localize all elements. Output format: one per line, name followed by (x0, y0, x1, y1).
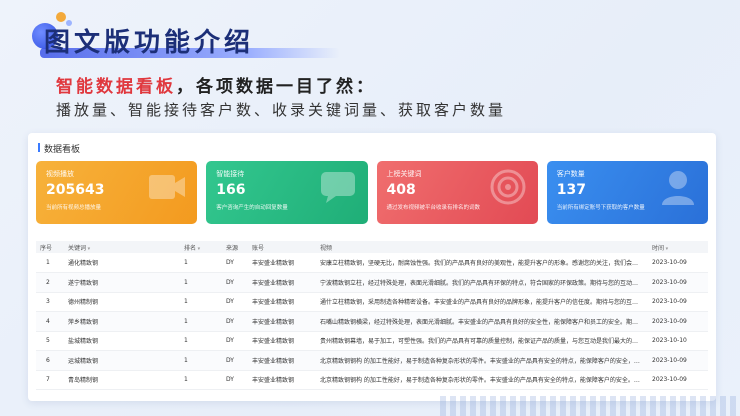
stat-card-customers[interactable]: 客户数量 137 当前所有绑定账号下获取的客户数量 (546, 161, 708, 224)
cell-video: 安康立柱精致钢，坚硬无比，耐腐蚀性强。我们的产品具有良好的美观性，能提升客户的形… (316, 253, 648, 273)
col-video: 视频 (316, 241, 648, 253)
col-account: 账号 (248, 241, 316, 253)
subtitle-rest: ，各项数据一目了然： (176, 77, 376, 97)
stat-desc: 客户咨询产生的自动回复数量 (216, 205, 288, 211)
cell-time: 2023-10-09 (648, 292, 708, 312)
cell-account: 丰安盛业精致钢 (248, 370, 316, 390)
table-row[interactable]: 7 青岛精制钢 1 DY 丰安盛业精致钢 北京精致钢钢构 的加工性能好，易于制造各种复杂形… (36, 370, 708, 390)
cell-video: 宁波精致钢立柱，经过特殊处理，表面光滑细腻。我们的产品具有环保的特点，符合国家的… (316, 272, 648, 293)
table-row[interactable]: 5 盐城精致钢 1 DY 丰安盛业精致钢 贵州精致钢幕墙，易于加工，可塑性强。我们的产品具… (36, 331, 708, 351)
col-rank[interactable]: 排名 (180, 241, 222, 253)
cell-account: 丰安盛业精致钢 (248, 292, 316, 312)
col-source: 来源 (222, 241, 248, 253)
cell-index: 1 (36, 253, 64, 273)
decor-dot-orange (56, 12, 66, 22)
table-row[interactable]: 4 萍乡精致钢 1 DY 丰安盛业精致钢 石嘴山精致钢横梁，经过特殊处理，表面光滑细腻。丰… (36, 311, 708, 332)
cell-index: 5 (36, 331, 64, 351)
cell-account: 丰安盛业精致钢 (248, 350, 316, 371)
cell-source: DY (222, 331, 248, 351)
cell-keyword: 盐城精致钢 (64, 331, 180, 351)
table-row[interactable]: 6 运城精致钢 1 DY 丰安盛业精致钢 北京精致钢钢构 的加工性能好，易于制造各种复杂形… (36, 350, 708, 371)
table-row[interactable]: 2 遂宁精致钢 1 DY 丰安盛业精致钢 宁波精致钢立柱，经过特殊处理，表面光滑细腻。我们… (36, 272, 708, 293)
col-time[interactable]: 时间 (648, 241, 708, 253)
cell-source: DY (222, 253, 248, 273)
cell-account: 丰安盛业精致钢 (248, 331, 316, 351)
cell-keyword: 运城精致钢 (64, 350, 180, 371)
table-header-row: 序号 关键词 排名 来源 账号 视频 时间 (36, 241, 708, 253)
feature-list: 播放量、智能接待客户数、收录关键词量、获取客户数量 (56, 101, 507, 119)
cell-keyword: 德州精制钢 (64, 292, 180, 312)
cell-keyword: 青岛精制钢 (64, 370, 180, 390)
cell-rank: 1 (180, 350, 222, 371)
cell-rank: 1 (180, 272, 222, 293)
cell-keyword: 萍乡精致钢 (64, 311, 180, 332)
cell-time: 2023-10-09 (648, 370, 708, 390)
stat-label: 智能接待 (216, 170, 245, 178)
cell-index: 4 (36, 311, 64, 332)
cell-source: DY (222, 311, 248, 332)
cell-time: 2023-10-09 (648, 253, 708, 273)
cell-keyword: 遂宁精致钢 (64, 272, 180, 293)
subtitle: 智能数据看板，各项数据一目了然： (56, 72, 376, 97)
cell-source: DY (222, 292, 248, 312)
cell-rank: 1 (180, 370, 222, 390)
stat-label: 上榜关键词 (386, 170, 422, 178)
cell-rank: 1 (180, 292, 222, 312)
table-body: 1 通化精致钢 1 DY 丰安盛业精致钢 安康立柱精致钢，坚硬无比，耐腐蚀性强。我们的产品… (36, 253, 708, 390)
cell-time: 2023-10-09 (648, 311, 708, 332)
stat-label: 客户数量 (556, 170, 585, 178)
cell-source: DY (222, 370, 248, 390)
cell-account: 丰安盛业精致钢 (248, 253, 316, 273)
cell-video: 贵州精致钢幕墙，易于加工，可塑性强。我们的产品具有可靠的质量控制，能保证产品的质… (316, 331, 648, 351)
col-keyword[interactable]: 关键词 (64, 241, 180, 253)
cell-source: DY (222, 350, 248, 371)
cell-video: 北京精致钢钢构 的加工性能好，易于制造各种复杂形状的零件。丰安盛业的产品具有安全… (316, 370, 648, 390)
stat-cards: 视频播放 205643 当前所有视频总播放量 智能接待 166 客户咨询产生的自… (36, 161, 708, 224)
cell-video: 北京精致钢钢构 的加工性能好，易于制造各种复杂形状的零件。丰安盛业的产品具有安全… (316, 350, 648, 371)
stat-card-video-plays[interactable]: 视频播放 205643 当前所有视频总播放量 (36, 161, 198, 224)
stat-card-smart-reception[interactable]: 智能接待 166 客户咨询产生的自动回复数量 (206, 161, 368, 224)
page-title: 图文版功能介绍 (44, 28, 255, 58)
stat-desc: 当前所有视频总播放量 (46, 205, 102, 211)
cell-account: 丰安盛业精致钢 (248, 272, 316, 293)
stat-desc: 通过发布视频被平台收录有排名的词数 (386, 205, 481, 211)
col-index: 序号 (36, 241, 64, 253)
dashboard-panel: 数据看板 视频播放 205643 当前所有视频总播放量 智能接待 166 客户咨… (28, 133, 716, 401)
keyword-table: 序号 关键词 排名 来源 账号 视频 时间 1通化精致钢1DY丰安盛业精致钢安康… (36, 241, 708, 390)
cell-index: 6 (36, 350, 64, 371)
cell-index: 3 (36, 292, 64, 312)
cell-rank: 1 (180, 311, 222, 332)
stat-desc: 当前所有绑定账号下获取的客户数量 (556, 205, 645, 211)
cell-rank: 1 (180, 331, 222, 351)
cell-keyword: 通化精致钢 (64, 253, 180, 273)
cell-time: 2023-10-09 (648, 272, 708, 293)
stat-label: 视频播放 (46, 170, 74, 178)
table-row[interactable]: 3 德州精制钢 1 DY 丰安盛业精致钢 通什立柱精致钢，采用制造各种精密设备。丰安盛业的… (36, 292, 708, 312)
stat-card-ranked-keywords[interactable]: 上榜关键词 408 通过发布视频被平台收录有排名的词数 (376, 161, 538, 224)
subtitle-highlight: 智能数据看板 (56, 77, 176, 97)
cell-video: 石嘴山精致钢横梁，经过特殊处理，表面光滑细腻。丰安盛业的产品具有良好的安全性，能… (316, 311, 648, 332)
cell-account: 丰安盛业精致钢 (248, 311, 316, 332)
table-row[interactable]: 1 通化精致钢 1 DY 丰安盛业精致钢 安康立柱精致钢，坚硬无比，耐腐蚀性强。我们的产品… (36, 253, 708, 273)
cell-index: 7 (36, 370, 64, 390)
cell-video: 通什立柱精致钢，采用制造各种精密设备。丰安盛业的产品具有良好的品牌形象，能提升客… (316, 292, 648, 312)
cell-time: 2023-10-10 (648, 331, 708, 351)
dashboard-title: 数据看板 (38, 142, 80, 155)
cell-source: DY (222, 272, 248, 293)
cell-time: 2023-10-09 (648, 350, 708, 371)
cell-rank: 1 (180, 253, 222, 273)
city-skyline-decor (440, 396, 740, 416)
cell-index: 2 (36, 272, 64, 293)
